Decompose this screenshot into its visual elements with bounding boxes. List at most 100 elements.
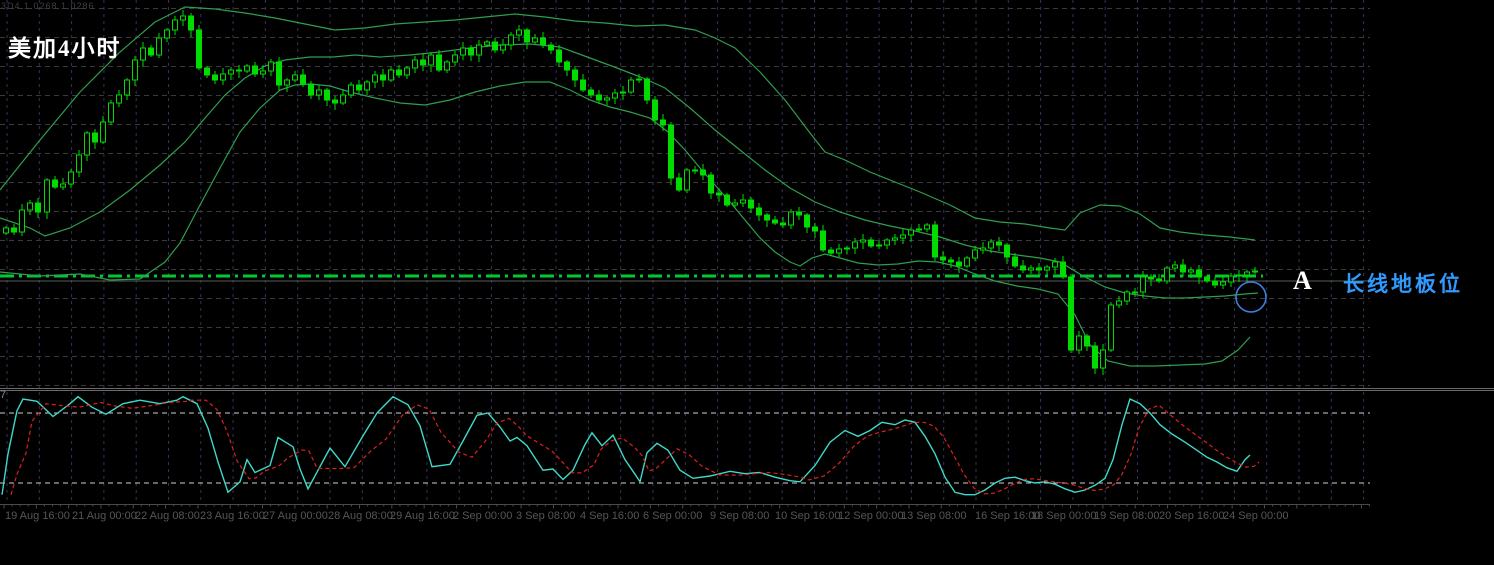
- candle-body: [1092, 345, 1098, 369]
- candle-body: [724, 194, 730, 206]
- candle-body: [276, 61, 282, 86]
- candle-body: [932, 224, 938, 258]
- candle-body: [1212, 280, 1218, 286]
- candle-body: [492, 41, 498, 51]
- annotation-a-label[interactable]: A: [1293, 266, 1312, 296]
- candle-body: [140, 47, 146, 61]
- candle-body: [684, 169, 690, 191]
- time-axis-label: 10 Sep 16:00: [775, 510, 840, 522]
- candle-body: [44, 179, 50, 213]
- candle-body: [900, 234, 906, 239]
- candle-body: [860, 239, 866, 243]
- candle-body: [1132, 291, 1138, 294]
- candle-body: [1124, 291, 1130, 302]
- candle-body: [788, 211, 794, 226]
- candle-body: [508, 34, 514, 46]
- time-axis-label: 23 Aug 16:00: [200, 510, 265, 522]
- candle-body: [1100, 349, 1106, 369]
- candle-body: [652, 99, 658, 121]
- candle-body: [876, 244, 882, 247]
- bollinger-upper-band: [0, 6, 1256, 241]
- annotation-floor-label[interactable]: 长线地板位: [1343, 268, 1463, 298]
- candle-body: [388, 69, 394, 81]
- candle-body: [332, 99, 338, 104]
- candle-body: [196, 29, 202, 69]
- time-axis-label: 20 Sep 16:00: [1159, 510, 1224, 522]
- candle-body: [484, 41, 490, 46]
- time-axis-label: 28 Aug 08:00: [328, 510, 393, 522]
- candle-body: [76, 154, 82, 173]
- candle-body: [700, 169, 706, 176]
- candle-body: [476, 44, 482, 56]
- candle-body: [428, 54, 434, 66]
- candle-body: [1004, 244, 1010, 258]
- candle-body: [1220, 281, 1226, 286]
- candle-body: [884, 239, 890, 246]
- time-axis-label: 6 Sep 00:00: [643, 510, 702, 522]
- candle-body: [716, 192, 722, 196]
- candle-body: [132, 59, 138, 81]
- candle-body: [236, 69, 242, 72]
- candle-body: [636, 78, 642, 81]
- price-chart-canvas[interactable]: 19 Aug 16:00 21 Aug 00:0022 Aug 08:00 23 A…: [0, 0, 1494, 565]
- candle-body: [148, 47, 154, 56]
- candle-body: [828, 249, 834, 254]
- candle-body: [380, 74, 386, 81]
- candle-body: [156, 37, 162, 56]
- candle-body: [796, 211, 802, 216]
- candle-body: [292, 74, 298, 81]
- candle-body: [1188, 269, 1194, 273]
- candle-body: [660, 119, 666, 126]
- candle-body: [180, 15, 186, 21]
- candle-body: [460, 47, 466, 56]
- candle-body: [172, 19, 178, 31]
- candle-body: [108, 102, 114, 123]
- candle-body: [956, 261, 962, 267]
- candle-body: [740, 199, 746, 204]
- candle-body: [1180, 264, 1186, 273]
- time-axis-label: 2 Sep 00:00: [453, 510, 512, 522]
- candle-body: [260, 70, 266, 75]
- candle-body: [244, 65, 250, 72]
- candle-body: [100, 121, 106, 143]
- candle-body: [60, 183, 66, 188]
- candle-body: [52, 179, 58, 188]
- candle-body: [1020, 265, 1026, 271]
- candle-body: [780, 222, 786, 226]
- annotation-circle[interactable]: [1235, 281, 1267, 313]
- candle-body: [756, 207, 762, 216]
- time-axis-label: 27 Aug 00:00: [263, 510, 328, 522]
- candle-body: [3, 227, 9, 234]
- candle-body: [436, 54, 442, 71]
- time-axis-label: 4 Sep 16:00: [580, 510, 639, 522]
- candle-body: [188, 15, 194, 31]
- candle-body: [804, 214, 810, 228]
- time-axis-label: 9 Sep 08:00: [710, 510, 769, 522]
- stochastic-main-line: [1, 395, 1251, 496]
- chart-title-label[interactable]: 美加4小时: [8, 29, 122, 63]
- candle-body: [892, 237, 898, 241]
- candle-body: [204, 67, 210, 76]
- candle-body: [468, 47, 474, 56]
- candle-body: [300, 74, 306, 85]
- candle-body: [572, 69, 578, 81]
- candle-body: [548, 44, 554, 51]
- candle-body: [604, 97, 610, 101]
- candle-body: [692, 169, 698, 172]
- time-axis-label: 24 Sep 00:00: [1223, 510, 1288, 522]
- candle-body: [1060, 261, 1066, 278]
- candle-body: [972, 249, 978, 259]
- candle-body: [412, 59, 418, 69]
- stochastic-signal-line: [10, 399, 1260, 495]
- candle-body: [1116, 300, 1122, 306]
- candle-body: [1148, 276, 1154, 280]
- candle-body: [644, 78, 650, 101]
- candle-body: [420, 59, 426, 66]
- candle-body: [212, 74, 218, 81]
- candle-body: [844, 247, 850, 250]
- time-axis-label: 22 Aug 08:00: [135, 510, 200, 522]
- candle-body: [852, 241, 858, 249]
- candle-body: [980, 247, 986, 251]
- candle-body: [1036, 267, 1042, 271]
- candle-body: [940, 256, 946, 261]
